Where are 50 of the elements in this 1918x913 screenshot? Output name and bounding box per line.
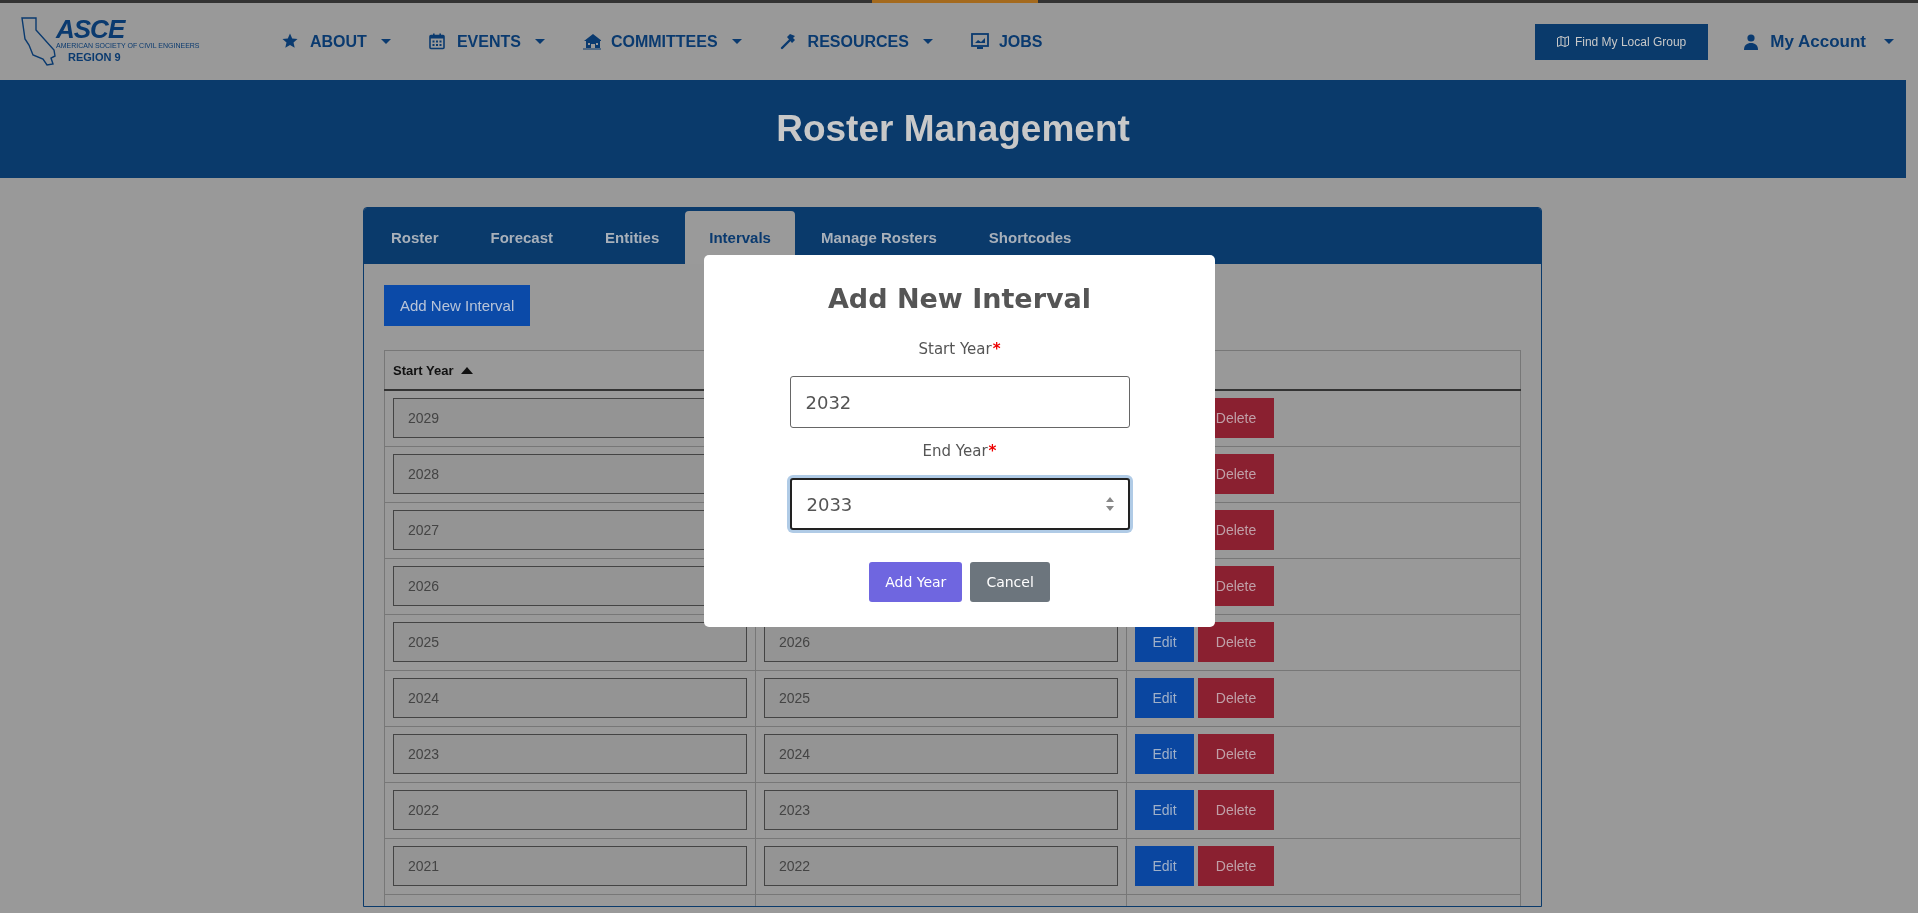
edit-button[interactable]: Edit [1135, 678, 1194, 718]
end-year-field[interactable]: 2023 [764, 790, 1118, 830]
tab[interactable]: Forecast [464, 211, 580, 264]
edit-button[interactable]: Edit [1135, 846, 1194, 886]
hammer-icon [779, 33, 798, 50]
tab[interactable]: Manage Rosters [794, 211, 963, 264]
start-year-field[interactable]: 2025 [393, 622, 747, 662]
delete-button[interactable]: Delete [1198, 734, 1274, 774]
start-year-field[interactable]: 2021 [393, 846, 747, 886]
find-local-group-button[interactable]: Find My Local Group [1534, 23, 1709, 60]
tab[interactable]: Entities [579, 211, 686, 264]
calendar-icon [428, 33, 447, 50]
start-year-field[interactable]: 2022 [393, 790, 747, 830]
end-year-field[interactable]: 2025 [764, 678, 1118, 718]
edit-button[interactable]: Edit [1135, 790, 1194, 830]
logo-region: REGION 9 [68, 51, 121, 63]
field-label: Start Year* [918, 340, 1001, 358]
star-icon [282, 33, 300, 50]
edit-button[interactable]: Edit [1135, 734, 1194, 774]
start-year-field[interactable]: 2023 [393, 734, 747, 774]
add-interval-button[interactable]: Add New Interval [384, 285, 531, 326]
end-year-field[interactable]: 2022 [764, 846, 1118, 886]
nav-item[interactable]: JOBS [970, 32, 1043, 51]
logo-title: ASCE [56, 16, 125, 42]
person-icon [1744, 33, 1759, 50]
tab[interactable]: Shortcodes [962, 211, 1098, 264]
account-menu[interactable]: My Account [1744, 31, 1894, 52]
delete-button[interactable]: Delete [1198, 790, 1274, 830]
delete-button[interactable]: Delete [1198, 846, 1274, 886]
chart-icon [970, 33, 989, 50]
map-icon [1556, 36, 1569, 47]
sort-arrow-icon [461, 366, 474, 374]
end-year-field[interactable]: 2024 [764, 734, 1118, 774]
cancel-button[interactable]: Cancel [970, 562, 1050, 602]
year-field[interactable]: 2033 [789, 478, 1130, 530]
nav-item[interactable]: RESOURCES [779, 32, 933, 51]
spinner-icon [1104, 495, 1115, 513]
page-title: Roster Management [776, 108, 1130, 150]
nav-item[interactable]: ABOUT [282, 32, 391, 51]
year-field[interactable]: 2032 [789, 376, 1130, 428]
nav-item[interactable]: COMMITTEES [582, 32, 742, 51]
tab[interactable]: Roster [365, 211, 465, 264]
delete-button[interactable]: Delete [1198, 622, 1274, 662]
add-year-button[interactable]: Add Year [869, 562, 963, 602]
field-label: End Year* [922, 442, 997, 460]
modal-title: Add New Interval [827, 283, 1092, 314]
column-header[interactable]: Start Year [393, 362, 454, 378]
delete-button[interactable]: Delete [1198, 678, 1274, 718]
start-year-field[interactable]: 2024 [393, 678, 747, 718]
nav-item[interactable]: EVENTS [428, 32, 545, 51]
